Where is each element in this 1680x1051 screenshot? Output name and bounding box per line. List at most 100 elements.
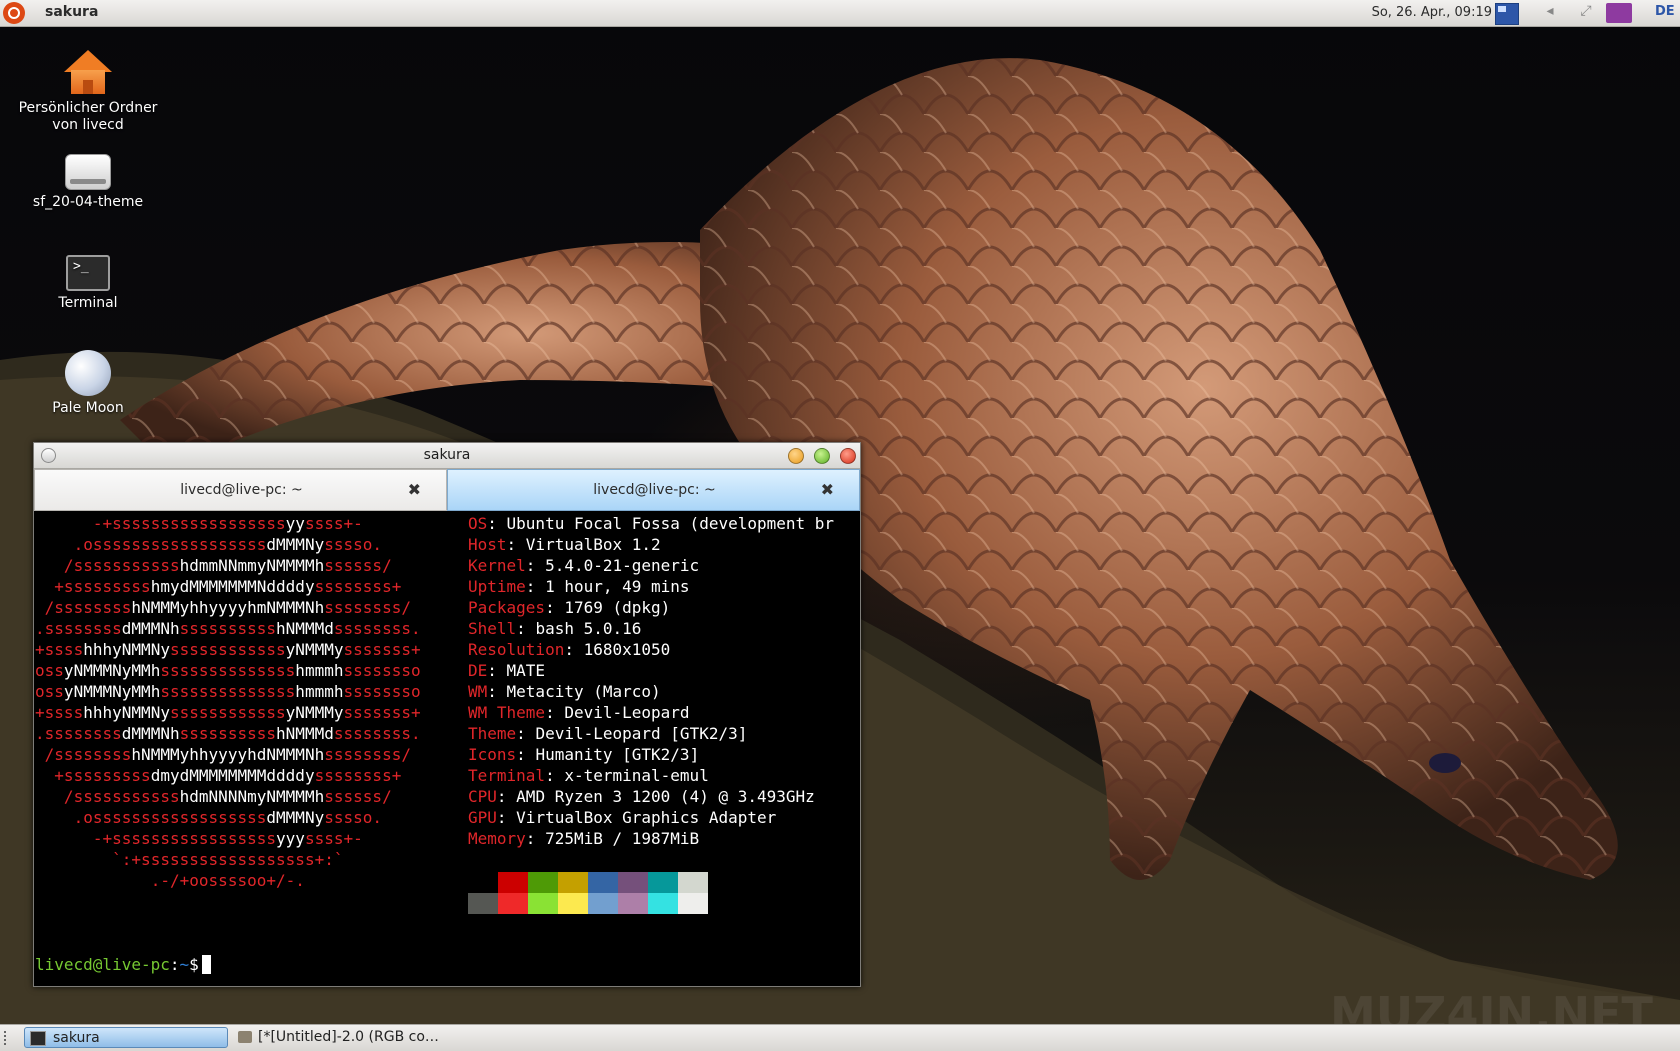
- info-key: Memory: [468, 829, 526, 848]
- info-line: DE: MATE: [468, 661, 546, 680]
- info-value: Ubuntu Focal Fossa (development br: [506, 514, 835, 533]
- info-value: VirtualBox Graphics Adapter: [516, 808, 777, 827]
- logo-line: ossyNMMMNyMMhsssssssssssssshmmmhssssssso: [35, 682, 421, 701]
- taskbar-item-sakura[interactable]: sakura: [24, 1027, 228, 1048]
- logo-line: ossyNMMMNyMMhsssssssssssssshmmmhssssssso: [35, 661, 421, 680]
- logo-line: .ossssssssssssssssssdMMMNysssso.: [73, 535, 383, 554]
- info-line: Packages: 1769 (dpkg): [468, 598, 671, 617]
- prompt-symbol: $: [189, 955, 199, 974]
- palette-swatch: [618, 893, 648, 914]
- window-title-bar[interactable]: sakura: [34, 443, 860, 469]
- info-key: Terminal: [468, 766, 546, 785]
- info-key: Uptime: [468, 577, 526, 596]
- logo-line: .-/+oossssoo+/-.: [150, 871, 305, 890]
- palette-swatch: [618, 872, 648, 893]
- clock[interactable]: So, 26. Apr., 09:19: [1372, 5, 1492, 20]
- ubuntu-menu-icon[interactable]: [3, 2, 25, 24]
- drive-icon: [65, 154, 111, 190]
- info-key: WM: [468, 682, 488, 701]
- tab-label: livecd@live-pc: ~: [180, 482, 303, 498]
- palette-swatch: [558, 893, 588, 914]
- tab-terminal-1[interactable]: livecd@live-pc: ~ ✖: [34, 469, 447, 511]
- info-value: AMD Ryzen 3 1200 (4) @ 3.493GHz: [516, 787, 815, 806]
- info-key: Packages: [468, 598, 546, 617]
- info-line: Terminal: x-terminal-emul: [468, 766, 709, 785]
- info-line: OS: Ubuntu Focal Fossa (development br: [468, 514, 835, 533]
- info-value: Devil-Leopard [GTK2/3]: [535, 724, 748, 743]
- home-folder-icon: [64, 50, 112, 96]
- terminal-icon: [30, 1031, 46, 1046]
- info-value: 1 hour, 49 mins: [545, 577, 690, 596]
- logo-line: /sssssssshNMMMyhhyyyyhmNMMMNhssssssss/: [44, 598, 411, 617]
- desktop-icon-pale-moon[interactable]: Pale Moon: [13, 350, 163, 417]
- palette-swatch: [468, 893, 498, 914]
- info-key: Resolution: [468, 640, 565, 659]
- minimize-button[interactable]: [788, 448, 804, 464]
- tab-close-icon[interactable]: ✖: [821, 480, 834, 499]
- desktop-icon-label: Terminal: [58, 295, 118, 311]
- info-value: x-terminal-emul: [564, 766, 709, 785]
- logo-line: /ssssssssssshdmNNNNmyNMMMMhssssss/: [63, 787, 392, 806]
- screen-recorder-icon[interactable]: [1606, 3, 1632, 23]
- desktop-icon-label: sf_20-04-theme: [32, 194, 144, 210]
- top-panel: sakura So, 26. Apr., 09:19 ◂ ⤢ DE: [0, 0, 1680, 27]
- close-button[interactable]: [840, 448, 856, 464]
- prompt-separator: :: [169, 955, 180, 974]
- network-icon[interactable]: ⤢: [1576, 3, 1596, 23]
- panel-drag-handle[interactable]: [4, 1031, 10, 1045]
- info-value: MATE: [506, 661, 546, 680]
- taskbar-item-label: sakura: [53, 1030, 100, 1046]
- tab-close-icon[interactable]: ✖: [408, 480, 421, 499]
- desktop-icon-label: Persönlicher Ordner von livecd: [18, 100, 158, 133]
- info-line: Resolution: 1680x1050: [468, 640, 671, 659]
- palette-swatch: [498, 872, 528, 893]
- window-title: sakura: [423, 447, 471, 463]
- terminal-icon: >_: [66, 255, 110, 291]
- info-value: VirtualBox 1.2: [525, 535, 661, 554]
- info-value: 1680x1050: [583, 640, 671, 659]
- logo-line: .ossssssssssssssssssdMMMNysssso.: [73, 808, 383, 827]
- info-value: 725MiB / 1987MiB: [545, 829, 700, 848]
- bottom-panel: sakura [*[Untitled]-2.0 (RGB co…: [0, 1024, 1680, 1051]
- desktop-icon-home-folder[interactable]: Persönlicher Ordner von livecd: [13, 50, 163, 134]
- info-value: Humanity [GTK2/3]: [535, 745, 700, 764]
- info-key: Icons: [468, 745, 517, 764]
- logo-line: .ssssssssdMMMNhsssssssssshNMMMdssssssss.: [35, 619, 421, 638]
- palette-swatch: [678, 872, 708, 893]
- palette-swatch: [678, 893, 708, 914]
- logo-line: /ssssssssssshdmmNNmmyNMMMMhssssss/: [63, 556, 392, 575]
- keyboard-layout-indicator[interactable]: DE: [1655, 4, 1675, 24]
- logo-line: `:+ssssssssssssssssss+:`: [112, 850, 344, 869]
- tab-label: livecd@live-pc: ~: [593, 482, 716, 498]
- shell-prompt[interactable]: livecd@live-pc:~$: [35, 954, 211, 975]
- info-line: Kernel: 5.4.0-21-generic: [468, 556, 700, 575]
- info-line: WM Theme: Devil-Leopard: [468, 703, 690, 722]
- tab-terminal-2[interactable]: livecd@live-pc: ~ ✖: [447, 469, 860, 511]
- taskbar-item-gimp[interactable]: [*[Untitled]-2.0 (RGB co…: [234, 1027, 439, 1048]
- workspace-switcher-icon[interactable]: [1495, 3, 1519, 25]
- taskbar-item-label: [*[Untitled]-2.0 (RGB co…: [258, 1029, 439, 1045]
- logo-line: +sssshhhyNMMNyssssssssssssyNMMMysssssss+: [35, 703, 421, 722]
- logo-line: /sssssssshNMMMyhhyyyyhdNMMMNhssssssss/: [44, 745, 411, 764]
- info-value: bash 5.0.16: [535, 619, 642, 638]
- sound-icon[interactable]: ◂: [1540, 3, 1560, 23]
- terminal-content[interactable]: -+ssssssssssssssssssyyssss+- .osssssssss…: [34, 511, 860, 986]
- maximize-button[interactable]: [814, 448, 830, 464]
- palette-swatch: [648, 893, 678, 914]
- info-line: Icons: Humanity [GTK2/3]: [468, 745, 700, 764]
- logo-line: -+ssssssssssssssssssyyssss+-: [92, 514, 363, 533]
- neofetch-system-info: OS: Ubuntu Focal Fossa (development br Ho…: [468, 513, 860, 849]
- info-line: Memory: 725MiB / 1987MiB: [468, 829, 700, 848]
- palette-swatch: [468, 872, 498, 893]
- info-key: Shell: [468, 619, 517, 638]
- info-value: 1769 (dpkg): [564, 598, 671, 617]
- palette-swatch: [528, 893, 558, 914]
- info-key: DE: [468, 661, 488, 680]
- info-key: OS: [468, 514, 488, 533]
- info-line: GPU: VirtualBox Graphics Adapter: [468, 808, 777, 827]
- desktop-icon-terminal[interactable]: >_ Terminal: [13, 255, 163, 312]
- terminal-color-palette: [468, 872, 708, 914]
- desktop-icon-shared-folder[interactable]: sf_20-04-theme: [13, 154, 163, 211]
- info-key: WM Theme: [468, 703, 546, 722]
- active-app-title[interactable]: sakura: [45, 4, 98, 20]
